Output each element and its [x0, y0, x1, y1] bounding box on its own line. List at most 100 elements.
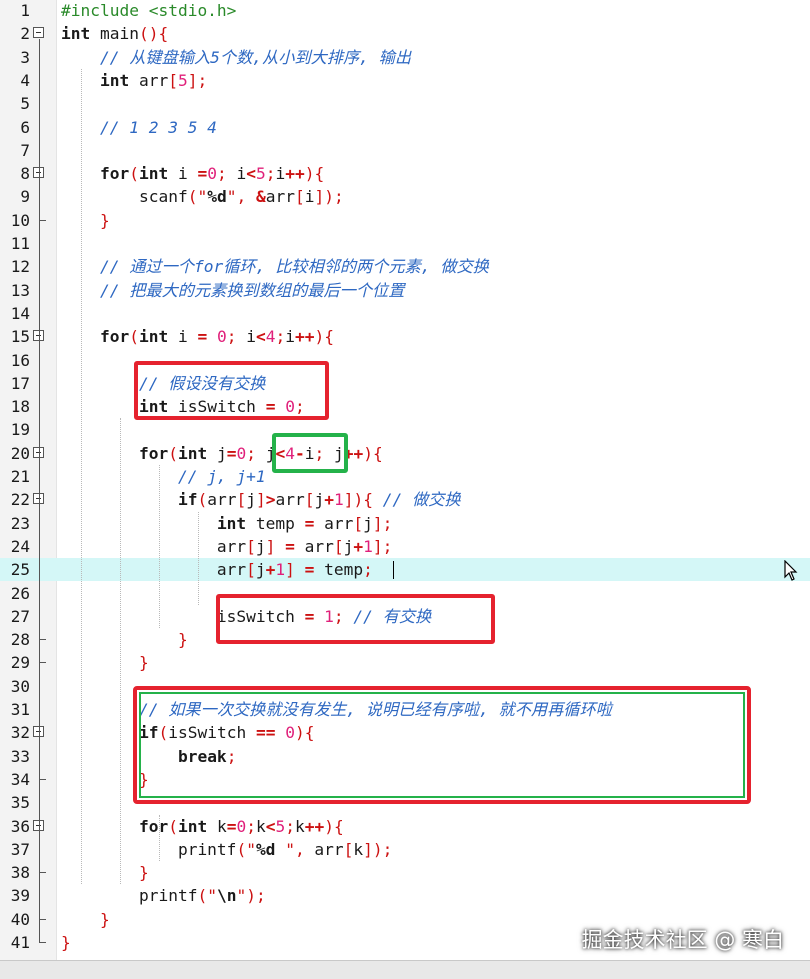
- line-number: 39: [10, 886, 30, 906]
- highlight-box-isswitch-init: [134, 361, 329, 420]
- code-line[interactable]: 37 printf("%d ", arr[k]);: [0, 838, 810, 861]
- line-number: 36: [10, 816, 30, 836]
- code-text: // j, j+1: [177, 467, 266, 486]
- line-number: 31: [10, 700, 30, 719]
- line-number: 17: [10, 373, 30, 393]
- code-line[interactable]: 19: [0, 418, 810, 441]
- line-number: 19: [10, 420, 30, 440]
- line-number: 22: [10, 490, 30, 510]
- fold-end: [39, 778, 46, 780]
- line-number: 38: [10, 863, 30, 883]
- code-line[interactable]: 39 printf("\n");: [0, 884, 810, 907]
- code-line[interactable]: 10 }: [0, 209, 810, 232]
- fold-end: [39, 918, 46, 920]
- fold-guide: [39, 738, 40, 779]
- line-number: 20: [10, 443, 30, 463]
- code-text: printf("%d ", arr[k]);: [61, 839, 393, 859]
- line-number: 7: [20, 140, 30, 160]
- highlight-box-isswitch-set: [216, 594, 495, 644]
- code-text: // 1 2 3 5 4: [99, 117, 217, 137]
- code-text: arr[j] = arr[j+1];: [61, 536, 393, 556]
- code-text: }: [138, 653, 149, 673]
- code-line[interactable]: 2 int main(){: [0, 22, 810, 45]
- code-line[interactable]: 24 arr[j] = arr[j+1];: [0, 535, 810, 558]
- indent-guide: [158, 814, 160, 862]
- line-number: 1: [20, 1, 30, 20]
- fold-end: [39, 942, 46, 943]
- line-number: 3: [20, 47, 30, 67]
- code-line[interactable]: 4 int arr[5];: [0, 69, 810, 92]
- line-number: 4: [20, 70, 30, 90]
- code-line[interactable]: 29 }: [0, 651, 810, 674]
- line-number: 13: [10, 280, 30, 300]
- code-text: }: [99, 210, 110, 230]
- fold-end: [39, 662, 46, 664]
- indent-guide: [158, 465, 160, 629]
- code-text: // 通过一个for循环, 比较相邻的两个元素, 做交换: [99, 257, 489, 277]
- line-number: 40: [10, 909, 30, 929]
- code-text: if(arr[j]>arr[j+1]){ // 做交换: [177, 490, 461, 510]
- code-text: printf("\n");: [61, 886, 266, 906]
- line-number: 32: [10, 723, 30, 743]
- indent-guide: [80, 68, 82, 885]
- line-number: 9: [20, 187, 30, 207]
- code-text: int main(){: [61, 24, 169, 44]
- code-line[interactable]: 7: [0, 139, 810, 162]
- code-line[interactable]: 12 // 通过一个for循环, 比较相邻的两个元素, 做交换: [0, 255, 810, 278]
- line-number: 11: [10, 234, 30, 253]
- code-text: // 把最大的元素换到数组的最后一个位置: [99, 280, 405, 300]
- line-number: 2: [20, 24, 30, 44]
- text-caret: [393, 561, 394, 580]
- watermark: 掘金技术社区 @ 寒白: [581, 928, 784, 952]
- bottom-scrollbar[interactable]: [0, 960, 810, 979]
- code-line[interactable]: 9 scanf("%d", &arr[i]);: [0, 185, 810, 208]
- code-line[interactable]: 5: [0, 92, 810, 115]
- code-text: for(int i =0; i<5;i++){: [99, 164, 325, 184]
- code-line[interactable]: 13 // 把最大的元素换到数组的最后一个位置: [0, 279, 810, 302]
- code-line[interactable]: 1 #include <stdio.h>: [0, 0, 810, 22]
- code-text: int temp = arr[j];: [216, 513, 393, 533]
- line-number: 25: [10, 560, 30, 580]
- line-number: 12: [10, 257, 30, 277]
- indent-guide: [197, 511, 199, 605]
- code-line[interactable]: 20 for(int j=0; j<4-i; j++){: [0, 442, 810, 465]
- code-text: for(int k=0;k<5;k++){: [138, 816, 344, 836]
- code-line[interactable]: 11: [0, 232, 810, 255]
- code-line[interactable]: 25 arr[j+1] = temp;: [0, 558, 810, 582]
- line-number: 21: [10, 467, 30, 486]
- code-text: }: [99, 909, 110, 929]
- code-line[interactable]: 21 // j, j+1: [0, 465, 810, 488]
- code-text: arr[j+1] = temp;: [61, 560, 373, 580]
- code-line[interactable]: 16: [0, 349, 810, 372]
- code-line[interactable]: 18 int isSwitch = 0;: [0, 395, 810, 418]
- fold-end: [39, 219, 46, 221]
- fold-guide: [39, 179, 40, 220]
- code-line[interactable]: 17 // 假设没有交换: [0, 372, 810, 395]
- indent-guide: [119, 418, 121, 885]
- code-line[interactable]: 15 for(int i = 0; i<4;i++){: [0, 325, 810, 348]
- line-number: 24: [10, 536, 30, 556]
- code-editor[interactable]: 1 #include <stdio.h> 2 int main(){3 // 从键盘输…: [0, 0, 810, 960]
- line-number: 34: [10, 769, 30, 789]
- fold-end: [39, 639, 46, 641]
- code-line[interactable]: 8 for(int i =0; i<5;i++){: [0, 162, 810, 185]
- code-line[interactable]: 36 for(int k=0;k<5;k++){: [0, 815, 810, 838]
- line-number: 6: [20, 117, 30, 137]
- line-number: 37: [10, 839, 30, 859]
- line-number: 10: [10, 210, 30, 230]
- fold-end: [39, 872, 46, 874]
- fold-guide: [39, 505, 40, 640]
- line-number: 29: [10, 653, 30, 673]
- code-line[interactable]: 23 int temp = arr[j];: [0, 512, 810, 535]
- code-line[interactable]: 14: [0, 302, 810, 325]
- code-line[interactable]: 3 // 从键盘输入5个数,从小到大排序, 输出: [0, 46, 810, 69]
- fold-minus-icon[interactable]: [33, 27, 44, 39]
- code-line[interactable]: 22 if(arr[j]>arr[j+1]){ // 做交换: [0, 488, 810, 511]
- line-number: 26: [10, 583, 30, 603]
- fold-guide: [39, 831, 40, 873]
- line-number: 15: [10, 327, 30, 347]
- code-line[interactable]: 6 // 1 2 3 5 4: [0, 116, 810, 139]
- highlight-box-early-exit: [133, 686, 751, 804]
- line-number: 28: [10, 630, 30, 650]
- code-line[interactable]: 38 }: [0, 861, 810, 884]
